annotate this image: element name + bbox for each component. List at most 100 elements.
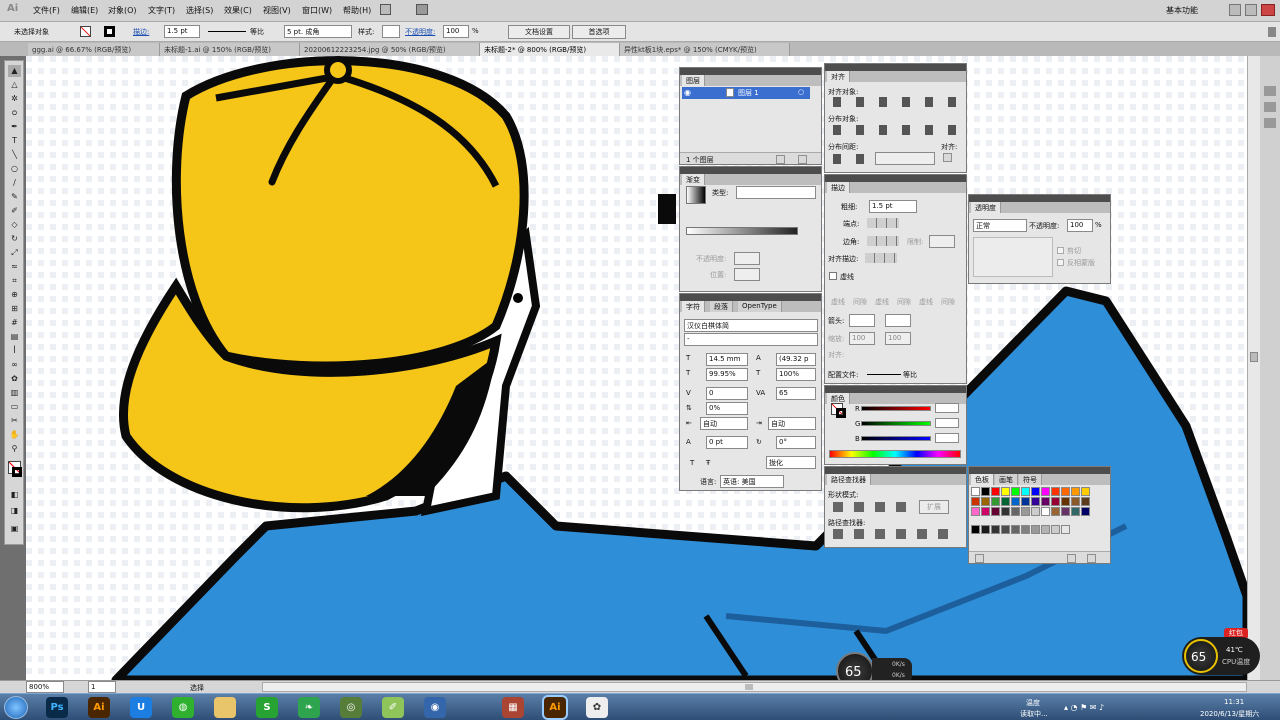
illustrator-app-icon[interactable]: Ai bbox=[88, 697, 110, 718]
artboard-tool-icon[interactable]: ▭ bbox=[8, 401, 21, 413]
illustrator-active-icon[interactable]: Ai bbox=[544, 697, 566, 718]
color-swatch[interactable] bbox=[1081, 507, 1090, 516]
shape-mode-buttons[interactable] bbox=[833, 502, 913, 512]
color-swatch[interactable] bbox=[981, 487, 990, 496]
gradient-type-select[interactable] bbox=[736, 186, 816, 199]
dashed-checkbox[interactable] bbox=[829, 272, 837, 280]
color-swatch[interactable] bbox=[1041, 487, 1050, 496]
profile-value[interactable]: 等比 bbox=[903, 370, 917, 380]
line-tool-icon[interactable]: ╲ bbox=[8, 149, 21, 161]
magic-wand-tool-icon[interactable]: ✲ bbox=[8, 93, 21, 105]
dock-icon-1[interactable] bbox=[1264, 86, 1276, 96]
font-style-field[interactable]: - bbox=[684, 333, 818, 346]
shape-builder-tool-icon[interactable]: ⊕ bbox=[8, 289, 21, 301]
menu-view[interactable]: 视图(V) bbox=[263, 5, 291, 16]
color-swatch[interactable] bbox=[1081, 487, 1090, 496]
panel-header[interactable] bbox=[825, 64, 966, 71]
maximize-button[interactable] bbox=[1245, 4, 1257, 16]
channel-b-field[interactable] bbox=[935, 433, 959, 443]
layer-row[interactable]: ◉ 图层 1 ○ bbox=[682, 87, 810, 99]
tab-brushes[interactable]: 画笔 bbox=[995, 474, 1018, 485]
pen-tool-icon[interactable]: ✒ bbox=[8, 121, 21, 133]
rotate-tool-icon[interactable]: ↻ bbox=[8, 233, 21, 245]
panel-header[interactable] bbox=[825, 175, 966, 182]
scale-end-field[interactable]: 100 bbox=[885, 332, 911, 345]
arrow-end-select[interactable] bbox=[885, 314, 911, 327]
gray-swatch[interactable] bbox=[1051, 525, 1060, 534]
style-field[interactable] bbox=[382, 25, 400, 38]
tracking-field[interactable]: 65 bbox=[776, 387, 816, 400]
kerning-field[interactable]: 0 bbox=[706, 387, 748, 400]
free-transform-tool-icon[interactable]: ⌗ bbox=[8, 275, 21, 287]
tab-untitled-1[interactable]: 未标题-1.ai @ 150% (RGB/预览) bbox=[160, 43, 300, 56]
hand-tool-icon[interactable]: ✋ bbox=[8, 429, 21, 441]
color-swatch[interactable] bbox=[1061, 497, 1070, 506]
scale-tool-icon[interactable]: ⤢ bbox=[8, 247, 21, 259]
vertical-scrollbar[interactable] bbox=[1247, 56, 1260, 680]
opacity-field[interactable]: 100 bbox=[443, 25, 469, 38]
tab-ggg[interactable]: ggg.ai @ 66.67% (RGB/预览) bbox=[28, 43, 160, 56]
color-swatch[interactable] bbox=[1011, 507, 1020, 516]
channel-g-field[interactable] bbox=[935, 418, 959, 428]
color-swatch[interactable] bbox=[1001, 487, 1010, 496]
wechat-icon[interactable]: ◍ bbox=[172, 697, 194, 718]
opacity-label[interactable]: 不透明度: bbox=[405, 27, 435, 37]
type-tool-icon[interactable]: T bbox=[8, 135, 21, 147]
direct-selection-tool-icon[interactable]: △ bbox=[8, 79, 21, 91]
menu-type[interactable]: 文字(T) bbox=[148, 5, 175, 16]
panel-header[interactable] bbox=[825, 386, 966, 393]
color-swatch[interactable] bbox=[1011, 497, 1020, 506]
lasso-tool-icon[interactable]: ᴑ bbox=[8, 107, 21, 119]
delete-swatch-icon[interactable] bbox=[1087, 554, 1096, 563]
panel-header[interactable] bbox=[825, 467, 966, 474]
channel-r-field[interactable] bbox=[935, 403, 959, 413]
color-mode-icon[interactable]: ◧ bbox=[8, 489, 21, 501]
close-button[interactable] bbox=[1261, 4, 1275, 16]
clock-time[interactable]: 11:31 bbox=[1224, 698, 1244, 706]
gradient-tool-icon[interactable]: ▤ bbox=[8, 331, 21, 343]
gradient-opacity-field[interactable] bbox=[734, 252, 760, 265]
dock-icon-3[interactable] bbox=[1264, 118, 1276, 128]
ellipse-tool-icon[interactable]: ○ bbox=[8, 163, 21, 175]
distribute-object-buttons[interactable] bbox=[833, 125, 963, 135]
menu-effect[interactable]: 效果(C) bbox=[224, 5, 252, 16]
slice-tool-icon[interactable]: ✂ bbox=[8, 415, 21, 427]
drawing-mode-icon[interactable]: ◨ bbox=[8, 505, 21, 517]
language-field[interactable]: 英语: 美国 bbox=[720, 475, 784, 488]
eyedropper-tool-icon[interactable]: ꟾ bbox=[8, 345, 21, 357]
transparency-opacity-field[interactable]: 100 bbox=[1067, 219, 1093, 232]
scroll-thumb[interactable] bbox=[1250, 352, 1258, 362]
line-style-label[interactable]: 等比 bbox=[250, 27, 264, 37]
panel-menu-icon[interactable] bbox=[1268, 27, 1276, 37]
menu-select[interactable]: 选择(S) bbox=[186, 5, 213, 16]
screen-mode-icon[interactable]: ▣ bbox=[8, 523, 21, 535]
file-explorer-icon[interactable] bbox=[214, 697, 236, 718]
color-swatch[interactable] bbox=[1031, 487, 1040, 496]
color-swatch[interactable] bbox=[1001, 497, 1010, 506]
line-style-preview[interactable] bbox=[208, 31, 246, 32]
color-swatch[interactable] bbox=[1051, 507, 1060, 516]
tab-gradient[interactable]: 渐变 bbox=[682, 174, 705, 185]
visibility-eye-icon[interactable]: ◉ bbox=[684, 88, 691, 97]
menu-help[interactable]: 帮助(H) bbox=[343, 5, 371, 16]
minimize-button[interactable] bbox=[1229, 4, 1241, 16]
tab-transparency[interactable]: 透明度 bbox=[971, 202, 1001, 213]
tab-symbols[interactable]: 符号 bbox=[1019, 474, 1042, 485]
tab-align[interactable]: 对齐 bbox=[827, 71, 850, 82]
tab-swatches[interactable]: 色板 bbox=[971, 474, 994, 485]
gray-swatch[interactable] bbox=[991, 525, 1000, 534]
align-object-buttons[interactable] bbox=[833, 97, 963, 107]
panel-header[interactable] bbox=[969, 195, 1110, 202]
selection-tool-icon[interactable]: ▲ bbox=[8, 65, 21, 77]
color-swatch[interactable] bbox=[981, 507, 990, 516]
workspace-switcher[interactable]: 基本功能 bbox=[1166, 5, 1198, 16]
invert-mask-checkbox[interactable] bbox=[1057, 259, 1064, 266]
color-swatch[interactable] bbox=[1051, 497, 1060, 506]
gray-swatch[interactable] bbox=[971, 525, 980, 534]
gray-swatch[interactable] bbox=[1001, 525, 1010, 534]
archive-app-icon[interactable]: ▦ bbox=[502, 697, 524, 718]
stroke-swatch[interactable] bbox=[104, 26, 115, 37]
menu-window[interactable]: 窗口(W) bbox=[302, 5, 332, 16]
panel-header[interactable] bbox=[680, 68, 821, 75]
vertical-scale-field[interactable]: 99.95% bbox=[706, 368, 748, 381]
